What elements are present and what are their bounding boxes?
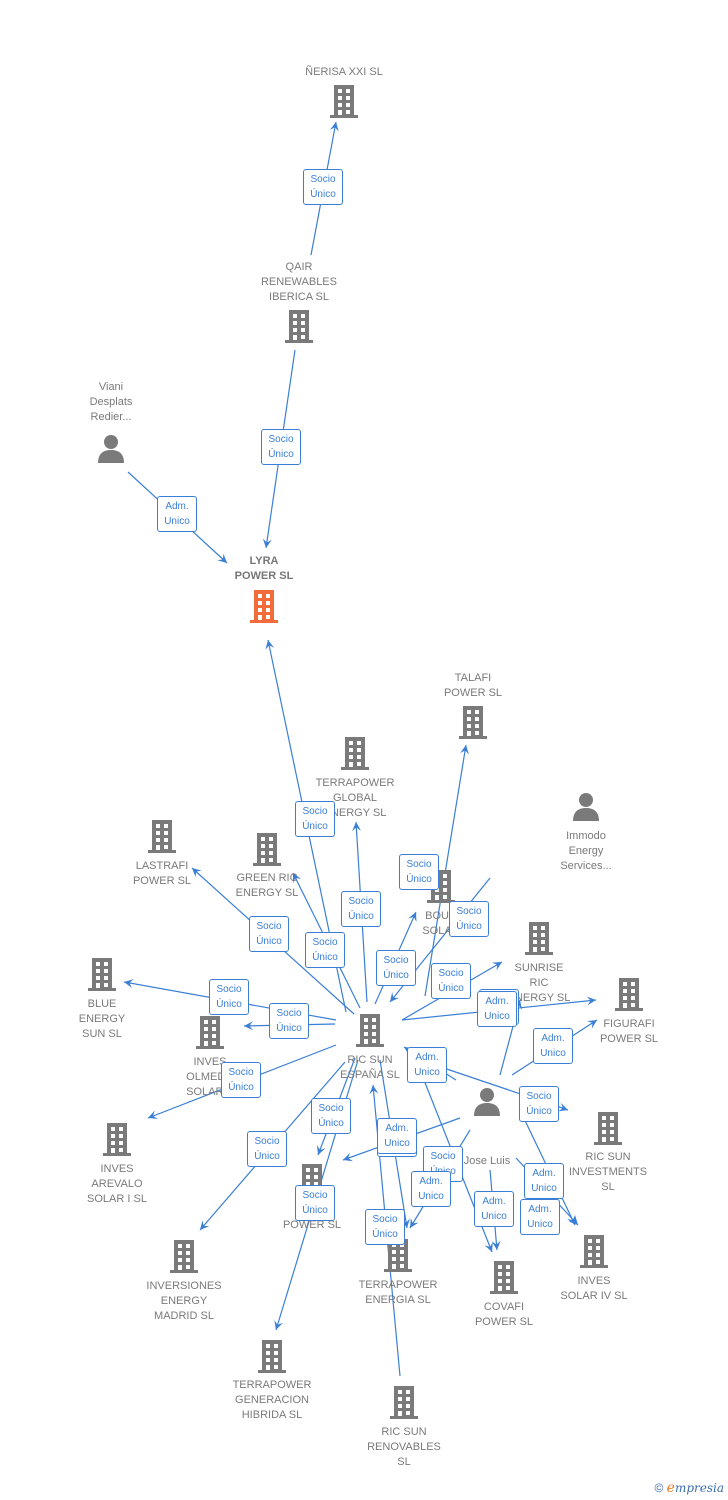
- node-label[interactable]: INVES AREVALO SOLAR I SL: [52, 1162, 182, 1207]
- node-label[interactable]: INVERSIONES ENERGY MADRID SL: [119, 1279, 249, 1324]
- node-label[interactable]: LYRA POWER SL: [199, 554, 329, 584]
- building-icon[interactable]: [249, 589, 279, 628]
- edge-label-adm-unico[interactable]: Adm. Unico: [407, 1047, 447, 1083]
- building-icon[interactable]: [252, 832, 282, 871]
- edge-label-socio-unico[interactable]: Socio Único: [221, 1062, 261, 1098]
- building-icon[interactable]: [102, 1122, 132, 1161]
- edge-label-socio-unico[interactable]: Socio Único: [303, 169, 343, 205]
- edge-label-socio-unico[interactable]: Socio Único: [249, 916, 289, 952]
- building-icon[interactable]: [195, 1015, 225, 1054]
- node-label[interactable]: FIGURAFI POWER SL: [564, 1017, 694, 1047]
- building-icon[interactable]: [355, 1013, 385, 1052]
- building-icon[interactable]: [389, 1385, 419, 1424]
- person-icon[interactable]: [96, 433, 126, 468]
- building-icon[interactable]: [284, 309, 314, 348]
- edge-label-socio-unico[interactable]: Socio Único: [519, 1086, 559, 1122]
- building-icon[interactable]: [489, 1260, 519, 1299]
- person-icon[interactable]: [472, 1086, 502, 1121]
- edge-label-adm-unico[interactable]: Adm. Unico: [477, 991, 517, 1027]
- empresia-logo[interactable]: © empresia: [654, 1480, 724, 1496]
- node-label[interactable]: TALAFI POWER SL: [408, 671, 538, 701]
- node-label[interactable]: Viani Desplats Redier...: [46, 380, 176, 425]
- edge-label-socio-unico[interactable]: Socio Único: [399, 854, 439, 890]
- edge-label-socio-unico[interactable]: Socio Único: [295, 1185, 335, 1221]
- edge-label-adm-unico[interactable]: Adm. Unico: [377, 1118, 417, 1154]
- edge-label-adm-unico[interactable]: Adm. Unico: [474, 1191, 514, 1227]
- edge-label-socio-unico[interactable]: Socio Único: [209, 979, 249, 1015]
- building-icon[interactable]: [329, 84, 359, 123]
- node-label[interactable]: Immodo Energy Services...: [521, 829, 651, 874]
- node-label[interactable]: BLUE ENERGY SUN SL: [37, 997, 167, 1042]
- edge-label-socio-unico[interactable]: Socio Único: [305, 932, 345, 968]
- building-icon[interactable]: [593, 1111, 623, 1150]
- edge-label-adm-unico[interactable]: Adm. Unico: [533, 1028, 573, 1064]
- edge-label-adm-unico[interactable]: Adm. Unico: [411, 1171, 451, 1207]
- person-icon[interactable]: [571, 791, 601, 826]
- edge-label-adm-unico[interactable]: Adm. Unico: [157, 496, 197, 532]
- edge-label-socio-unico[interactable]: Socio Único: [341, 891, 381, 927]
- building-icon[interactable]: [340, 736, 370, 775]
- edge-label-adm-unico[interactable]: Adm. Unico: [520, 1199, 560, 1235]
- edge-label-socio-unico[interactable]: Socio Único: [376, 950, 416, 986]
- edge-label-socio-unico[interactable]: Socio Único: [269, 1003, 309, 1039]
- building-icon[interactable]: [579, 1234, 609, 1273]
- node-label[interactable]: GREEN RIC ENERGY SL: [202, 871, 332, 901]
- edge-label-socio-unico[interactable]: Socio Único: [449, 901, 489, 937]
- edge-label-adm-unico[interactable]: Adm. Unico: [524, 1163, 564, 1199]
- building-icon[interactable]: [524, 921, 554, 960]
- brand-name: mpresia: [674, 1481, 724, 1495]
- building-icon[interactable]: [614, 977, 644, 1016]
- building-icon[interactable]: [87, 957, 117, 996]
- node-label[interactable]: RIC SUN RENOVABLES SL: [339, 1425, 469, 1470]
- node-label[interactable]: QAIR RENEWABLES IBERICA SL: [234, 260, 364, 305]
- edge-label-socio-unico[interactable]: Socio Único: [311, 1098, 351, 1134]
- edge-label-socio-unico[interactable]: Socio Único: [247, 1131, 287, 1167]
- copyright-symbol: ©: [654, 1481, 664, 1495]
- node-label[interactable]: TERRAPOWER GENERACION HIBRIDA SL: [207, 1378, 337, 1423]
- building-icon[interactable]: [458, 705, 488, 744]
- brand-initial: e: [666, 1480, 675, 1496]
- edge-label-socio-unico[interactable]: Socio Único: [261, 429, 301, 465]
- edge-label-socio-unico[interactable]: Socio Único: [365, 1209, 405, 1245]
- building-icon[interactable]: [147, 819, 177, 858]
- arrowhead-icon: [410, 1217, 419, 1228]
- node-label[interactable]: ÑERISA XXI SL: [279, 65, 409, 80]
- edge-label-socio-unico[interactable]: Socio Único: [295, 801, 335, 837]
- edge-label-socio-unico[interactable]: Socio Único: [431, 963, 471, 999]
- building-icon[interactable]: [169, 1239, 199, 1278]
- building-icon[interactable]: [257, 1339, 287, 1378]
- node-label[interactable]: COVAFI POWER SL: [439, 1300, 569, 1330]
